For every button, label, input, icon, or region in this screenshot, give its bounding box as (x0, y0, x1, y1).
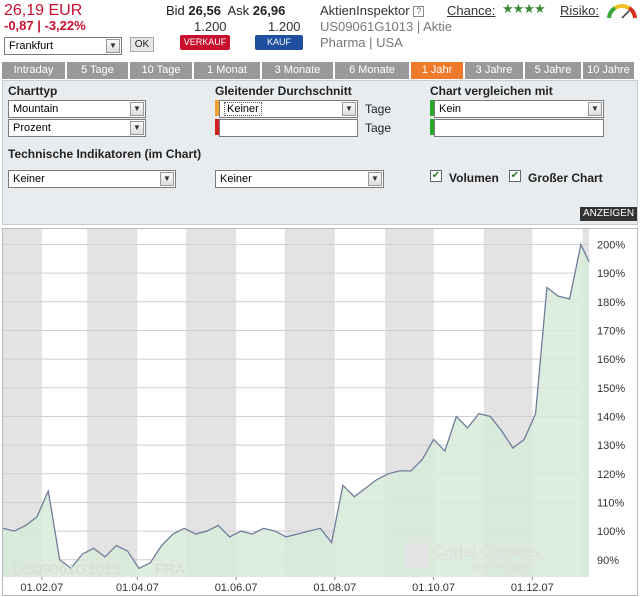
y-tick-label: 190% (597, 268, 625, 280)
ask-label: Ask (227, 3, 250, 18)
ok-button[interactable]: OK (130, 37, 154, 52)
indicator1-value: Keiner (13, 173, 45, 185)
y-tick-label: 160% (597, 354, 625, 366)
risk-link[interactable]: Risiko: (560, 3, 599, 18)
charttyp-value: Mountain (13, 103, 59, 115)
gd2-tage-label: Tage (365, 121, 392, 135)
watermark-isin: US09061G1013 (13, 561, 121, 578)
compare-select[interactable]: Kein ▼ (434, 100, 604, 118)
gross-chart-checkbox[interactable]: ✔ (509, 170, 521, 182)
y-tick-label: 150% (597, 383, 625, 395)
gd2-input[interactable] (219, 119, 358, 137)
charttyp-label: Charttyp (8, 84, 58, 98)
y-tick-label: 100% (597, 526, 625, 538)
tab-5-jahre[interactable]: 5 Jahre (525, 62, 581, 79)
bid-quantity: 1.200 (194, 19, 227, 34)
month-band (185, 229, 237, 577)
chevron-down-icon: ▼ (130, 102, 144, 116)
x-tick-label: 01.10.07 (412, 582, 455, 594)
gd1-tage-label: Tage (365, 102, 392, 116)
price-change: -0,87 | -3,22% (4, 18, 86, 33)
tab-6-monate[interactable]: 6 Monate (335, 62, 409, 79)
compare-value: Kein (439, 103, 462, 115)
watermark-brand-sub: BNP PARIBAS (473, 562, 532, 572)
bid-label: Bid (166, 3, 185, 18)
month-band (284, 229, 335, 577)
aktien-inspektor[interactable]: AktienInspektor ? (320, 3, 425, 18)
ask-quantity: 1.200 (268, 19, 301, 34)
compare-label: Chart vergleichen mit (430, 84, 553, 98)
month-band (87, 229, 138, 577)
chevron-down-icon: ▼ (130, 121, 144, 135)
gross-chart-label: Großer Chart (528, 171, 603, 185)
tab-3-jahre[interactable]: 3 Jahre (465, 62, 523, 79)
x-tick-label: 01.12.07 (511, 582, 554, 594)
branche-line: Pharma | USA (320, 35, 403, 50)
tab-3-monate[interactable]: 3 Monate (262, 62, 333, 79)
risk-gauge-icon (607, 4, 637, 19)
y-tick-label: 110% (597, 497, 625, 509)
chevron-down-icon: ▼ (368, 172, 382, 186)
volumen-label: Volumen (449, 171, 499, 185)
scale-select[interactable]: Prozent ▼ (8, 119, 146, 137)
indicator1-select[interactable]: Keiner ▼ (8, 170, 176, 188)
gd-label: Gleitender Durchschnitt (215, 84, 352, 98)
period-tabs: Intraday 5 Tage 10 Tage 1 Monat 3 Monate… (2, 62, 640, 79)
chart-canvas: US09061G1013 FRA Cortal ConsorsBNP PARIBAS… (3, 229, 625, 594)
indicator2-value: Keiner (220, 173, 252, 185)
y-tick-label: 200% (597, 239, 625, 251)
y-tick-label: 130% (597, 440, 625, 452)
watermark-exchange: FRA (155, 561, 185, 578)
chance-link[interactable]: Chance: (447, 3, 495, 18)
scale-value: Prozent (13, 122, 51, 134)
chevron-down-icon: ▼ (106, 39, 120, 53)
ask-value: 26,96 (252, 3, 286, 18)
tab-1-monat[interactable]: 1 Monat (194, 62, 260, 79)
x-tick-label: 01.04.07 (116, 582, 159, 594)
y-tick-label: 140% (597, 411, 625, 423)
watermark-brand: Cortal Consors (433, 544, 540, 561)
x-tick-label: 01.06.07 (215, 582, 258, 594)
bid-value: 26,56 (188, 3, 221, 18)
chevron-down-icon: ▼ (160, 172, 174, 186)
gd1-select[interactable]: Keiner ▼ (219, 100, 358, 118)
price-chart: US09061G1013 FRA Cortal Consors BNP PARIBAS… (2, 228, 638, 596)
isin-line: US09061G1013 | Aktie (320, 19, 453, 34)
y-tick-label: 120% (597, 469, 625, 481)
chevron-down-icon: ▼ (588, 102, 602, 116)
buy-button[interactable]: KAUF (255, 35, 303, 50)
tab-10-tage[interactable]: 10 Tage (130, 62, 192, 79)
x-tick-label: 01.08.07 (313, 582, 356, 594)
help-icon[interactable]: ? (413, 6, 425, 17)
sell-button[interactable]: VERKAUF (180, 35, 230, 50)
inspector-label: AktienInspektor (320, 3, 410, 18)
chance-stars: ★★★★ (502, 1, 546, 16)
y-tick-label: 180% (597, 297, 625, 309)
indicator2-select[interactable]: Keiner ▼ (215, 170, 384, 188)
chevron-down-icon: ▼ (342, 102, 356, 116)
y-tick-label: 90% (597, 555, 619, 567)
y-tick-label: 170% (597, 325, 625, 337)
volumen-checkbox[interactable]: ✔ (430, 170, 442, 182)
tab-intraday[interactable]: Intraday (2, 62, 65, 79)
show-button[interactable]: ANZEIGEN (580, 207, 637, 221)
tab-10-jahre[interactable]: 10 Jahre (583, 62, 634, 79)
gd1-value: Keiner (224, 102, 262, 116)
tab-1-jahr[interactable]: 1 Jahr (411, 62, 463, 79)
indicators-label: Technische Indikatoren (im Chart) (8, 147, 202, 161)
compare-input[interactable] (434, 119, 604, 137)
charttyp-select[interactable]: Mountain ▼ (8, 100, 146, 118)
bid-ask: Bid 26,56 Ask 26,96 (166, 3, 285, 18)
tab-5-tage[interactable]: 5 Tage (67, 62, 128, 79)
x-tick-label: 01.02.07 (20, 582, 63, 594)
watermark-logo-icon (405, 543, 429, 567)
exchange-value: Frankfurt (9, 40, 54, 52)
exchange-select[interactable]: Frankfurt ▼ (4, 37, 122, 55)
